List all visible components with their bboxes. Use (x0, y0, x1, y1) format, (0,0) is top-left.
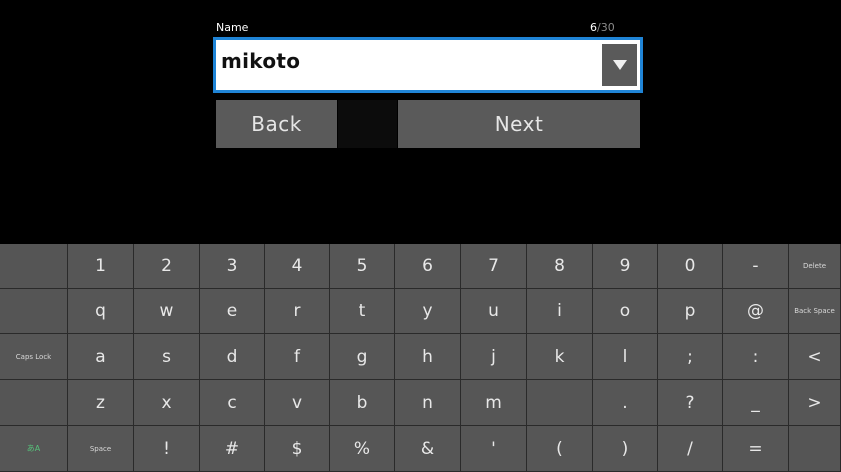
key-symbol-2-11[interactable]: : (723, 334, 789, 380)
key-j[interactable]: j (461, 334, 527, 380)
key-symbol-4-7[interactable]: ' (461, 426, 527, 472)
key-symbol-2-10[interactable]: ; (658, 334, 723, 380)
name-entry-screen: Name 6/30 mikoto Back Next 1 2 3 4 5 6 7 8 9 0- De… (0, 0, 841, 472)
key-blank[interactable] (527, 380, 593, 426)
key-g[interactable]: g (330, 334, 395, 380)
key-u[interactable]: u (461, 289, 527, 334)
key-p[interactable]: p (658, 289, 723, 334)
key-4[interactable]: 4 (265, 244, 330, 289)
character-count-current: 6 (590, 21, 597, 34)
key-symbol-4-11[interactable]: = (723, 426, 789, 472)
key-symbol-4-8[interactable]: ( (527, 426, 593, 472)
history-dropdown-button[interactable] (602, 44, 637, 86)
on-screen-keyboard: 1 2 3 4 5 6 7 8 9 0- Delete q w e r t y u i o p @ Back Space Ca… (0, 244, 841, 472)
key--[interactable]: - (723, 244, 789, 289)
key-blank[interactable] (789, 426, 841, 472)
key-3[interactable]: 3 (200, 244, 265, 289)
key-symbol-4-3[interactable]: # (200, 426, 265, 472)
key-symbol-4-10[interactable]: / (658, 426, 723, 472)
next-button[interactable]: Next (398, 100, 640, 148)
key-1[interactable]: 1 (68, 244, 134, 289)
key-symbol-4-2[interactable]: ! (134, 426, 200, 472)
key-back-space[interactable]: Back Space (789, 289, 841, 334)
key-i[interactable]: i (527, 289, 593, 334)
key-6[interactable]: 6 (395, 244, 461, 289)
key-k[interactable]: k (527, 334, 593, 380)
key-x[interactable]: x (134, 380, 200, 426)
key-8[interactable]: 8 (527, 244, 593, 289)
triangle-down-icon (612, 60, 627, 70)
key-symbol-3-9[interactable]: . (593, 380, 658, 426)
key-d[interactable]: d (200, 334, 265, 380)
key-symbol-4-4[interactable]: $ (265, 426, 330, 472)
key-r[interactable]: r (265, 289, 330, 334)
key-z[interactable]: z (68, 380, 134, 426)
key-space[interactable]: Space (68, 426, 134, 472)
key-o[interactable]: o (593, 289, 658, 334)
key-m[interactable]: m (461, 380, 527, 426)
key-symbol-3-11[interactable]: _ (723, 380, 789, 426)
key-symbol-4-6[interactable]: & (395, 426, 461, 472)
key-w[interactable]: w (134, 289, 200, 334)
key-symbol-3-12[interactable]: > (789, 380, 841, 426)
key-symbol-1-11[interactable]: @ (723, 289, 789, 334)
key-v[interactable]: v (265, 380, 330, 426)
key-0[interactable]: 0 (658, 244, 723, 289)
key-c[interactable]: c (200, 380, 265, 426)
name-field-label: Name (216, 21, 249, 34)
key-2[interactable]: 2 (134, 244, 200, 289)
key-9[interactable]: 9 (593, 244, 658, 289)
key-blank[interactable] (0, 244, 68, 289)
key-symbol-4-9[interactable]: ) (593, 426, 658, 472)
name-input[interactable]: mikoto (213, 37, 643, 93)
key-l[interactable]: l (593, 334, 658, 380)
key-caps-lock[interactable]: Caps Lock (0, 334, 68, 380)
key-t[interactable]: t (330, 289, 395, 334)
character-counter: 6/30 (590, 21, 640, 34)
key-b[interactable]: b (330, 380, 395, 426)
name-input-value: mikoto (221, 49, 301, 73)
key-y[interactable]: y (395, 289, 461, 334)
key-a[interactable]: a (68, 334, 134, 380)
character-count-max: /30 (597, 21, 615, 34)
key-f[interactable]: f (265, 334, 330, 380)
back-button[interactable]: Back (216, 100, 337, 148)
key-7[interactable]: 7 (461, 244, 527, 289)
key-symbol-2-12[interactable]: < (789, 334, 841, 380)
key-e[interactable]: e (200, 289, 265, 334)
key-blank[interactable] (0, 289, 68, 334)
key-symbol-3-10[interactable]: ? (658, 380, 723, 426)
key-delete[interactable]: Delete (789, 244, 841, 289)
key-a[interactable]: あA (0, 426, 68, 472)
key-s[interactable]: s (134, 334, 200, 380)
key-q[interactable]: q (68, 289, 134, 334)
key-symbol-4-5[interactable]: % (330, 426, 395, 472)
key-h[interactable]: h (395, 334, 461, 380)
key-blank[interactable] (0, 380, 68, 426)
key-n[interactable]: n (395, 380, 461, 426)
button-spacer (338, 100, 397, 148)
key-5[interactable]: 5 (330, 244, 395, 289)
